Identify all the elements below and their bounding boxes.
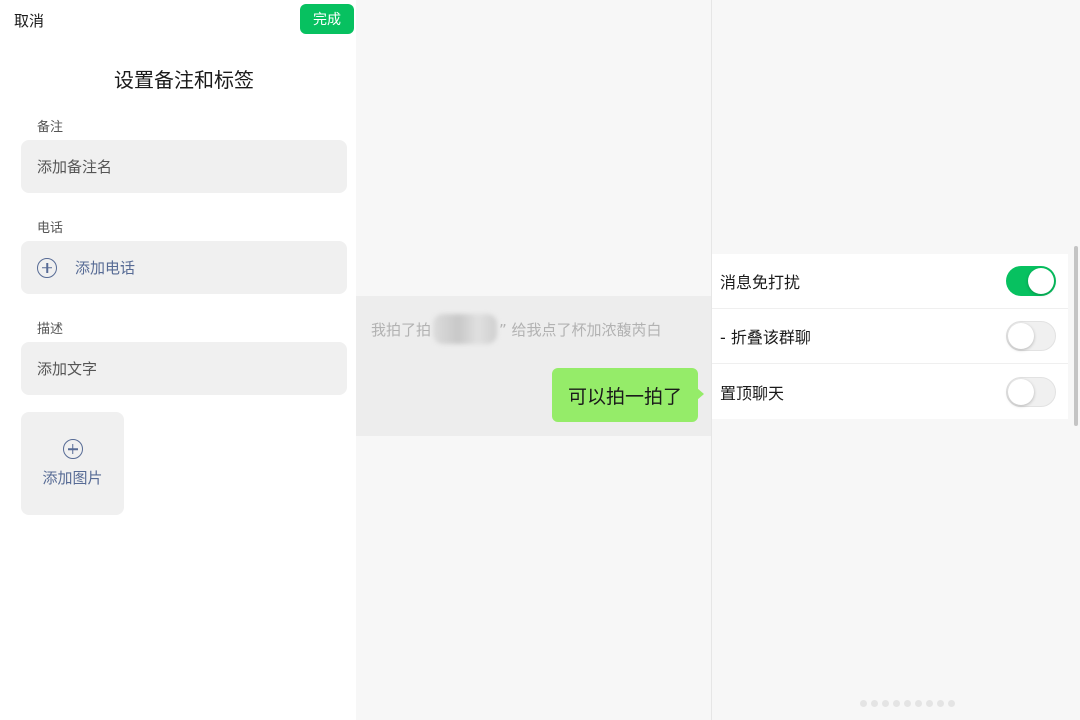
mute-toggle[interactable] <box>1006 266 1056 296</box>
dot <box>904 700 911 707</box>
chat-panel: 我拍了拍 ” 给我点了杯加浓馥芮白 可以拍一拍了 <box>356 0 711 720</box>
remark-input[interactable]: 添加备注名 <box>21 140 347 193</box>
toggle-knob <box>1008 323 1034 349</box>
done-button[interactable]: 完成 <box>300 4 354 34</box>
add-phone-button[interactable]: 添加电话 <box>21 241 347 294</box>
scrollbar[interactable] <box>1074 246 1078 426</box>
plus-circle-icon <box>37 257 57 278</box>
pat-message-prefix: 我拍了拍 <box>371 320 432 339</box>
dot <box>860 700 867 707</box>
setting-label: 消息免打扰 <box>720 273 801 292</box>
dot <box>937 700 944 707</box>
blurred-name <box>433 314 498 344</box>
dot <box>948 700 955 707</box>
dot <box>871 700 878 707</box>
description-label: 描述 <box>37 322 64 337</box>
description-input[interactable]: 添加文字 <box>21 342 347 395</box>
add-image-label: 添加图片 <box>42 469 103 487</box>
dot <box>882 700 889 707</box>
remark-label: 备注 <box>37 120 64 135</box>
setting-label: - 折叠该群聊 <box>720 328 811 347</box>
setting-fold-group[interactable]: - 折叠该群聊 <box>712 309 1068 364</box>
dot <box>926 700 933 707</box>
toggle-knob <box>1028 268 1054 294</box>
add-image-button[interactable]: 添加图片 <box>21 412 124 515</box>
cancel-button[interactable]: 取消 <box>14 10 44 31</box>
phone-label: 电话 <box>37 221 64 236</box>
remark-placeholder: 添加备注名 <box>37 158 113 176</box>
add-phone-label: 添加电话 <box>75 259 136 277</box>
pat-system-message: 我拍了拍 ” 给我点了杯加浓馥芮白 <box>371 314 662 344</box>
pin-chat-toggle[interactable] <box>1006 376 1056 407</box>
dot <box>915 700 922 707</box>
remark-tag-panel: 取消 完成 设置备注和标签 备注 添加备注名 电话 添加电话 描述 添加文字 添… <box>0 0 356 720</box>
page-title: 设置备注和标签 <box>114 68 254 92</box>
my-message-text: 可以拍一拍了 <box>567 385 682 408</box>
fold-group-toggle[interactable] <box>1006 321 1056 351</box>
setting-pin-chat[interactable]: 置顶聊天 <box>712 364 1068 419</box>
description-placeholder: 添加文字 <box>37 360 98 378</box>
plus-circle-icon <box>62 439 83 459</box>
chat-settings-panel: 消息免打扰 - 折叠该群聊 置顶聊天 <box>712 0 1080 720</box>
setting-label: 置顶聊天 <box>720 383 785 403</box>
chat-area: 我拍了拍 ” 给我点了杯加浓馥芮白 可以拍一拍了 <box>356 296 711 436</box>
my-message-bubble[interactable]: 可以拍一拍了 <box>551 368 705 422</box>
toggle-knob <box>1008 378 1034 405</box>
setting-mute[interactable]: 消息免打扰 <box>712 254 1068 309</box>
pat-message-suffix: ” 给我点了杯加浓馥芮白 <box>499 320 662 339</box>
settings-list: 消息免打扰 - 折叠该群聊 置顶聊天 <box>712 254 1068 419</box>
watermark-dots <box>860 700 955 707</box>
dot <box>893 700 900 707</box>
